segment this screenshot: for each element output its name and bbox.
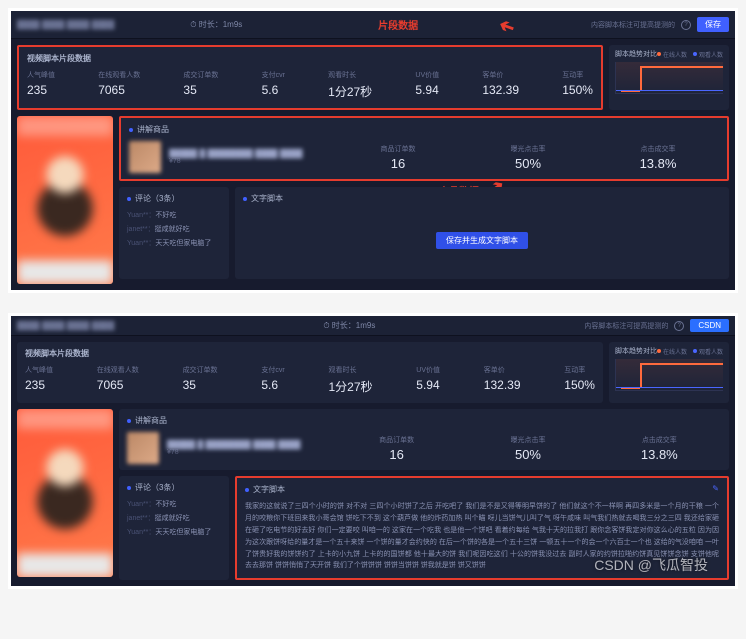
info-icon[interactable]: ? [674,321,684,331]
legend-online: 在线人数 [657,347,687,356]
product-metric-ctr: 曝光点击率50% [467,144,589,171]
script-title: 文字脚本 [243,193,721,204]
metric-orders: 成交订单数35 [183,70,218,100]
save-button[interactable]: CSDN [690,319,729,332]
comment-item: janet**：挺咸就好吃 [127,513,221,523]
duration: ⏱ 时长：1m9s [190,19,242,30]
legend-online: 在线人数 [657,50,687,59]
product-name: █████ █ ████████ ████ ████ [169,149,329,158]
metric-cvr: 支付cvr5.6 [262,70,285,100]
metric-uv: UV价值5.94 [416,365,440,395]
product-price: ¥78 [167,449,327,456]
metric-engage: 互动率150% [564,365,595,395]
segment-metrics-card: 视频脚本片段数据 人气峰值235 在线观看人数7065 成交订单数35 支付cv… [17,342,603,403]
metric-aov: 客单价132.39 [484,365,521,395]
comment-item: Yuan**：不好吃 [127,499,221,509]
legend-watch: 观看人数 [693,50,723,59]
duration: ⏱ 时长：1m9s [323,320,375,331]
metric-viewers: 在线观看人数7065 [97,365,139,395]
product-card: 讲解商品 █████ █ ████████ ████ ████ ¥78 商品订单… [119,409,729,470]
edit-icon[interactable]: ✎ [712,484,719,493]
annotation-segment: 片段数据 [378,17,418,32]
product-section-label: 讲解商品 [129,124,719,135]
chart-title: 脚本趋势对比 [615,49,657,59]
metric-watch: 观看时长1分27秒 [328,70,372,100]
header-tip: 内容脚本标注可提高提测的 [584,321,668,331]
product-name: █████ █ ████████ ████ ████ [167,440,327,449]
trend-chart-card: 脚本趋势对比 在线人数 观看人数 [609,45,729,110]
comment-item: janet**：挺咸就好吃 [127,224,221,234]
metric-cvr: 支付cvr5.6 [261,365,284,395]
segment-metrics-card: 视频脚本片段数据 人气峰值235 在线观看人数7065 成交订单数35 支付cv… [17,45,603,110]
legend-watch: 观看人数 [693,347,723,356]
chart-title: 脚本趋势对比 [615,346,657,356]
product-card: 讲解商品 █████ █ ████████ ████ ████ ¥78 商品订单… [119,116,729,181]
metric-aov: 客单价132.39 [482,70,519,100]
metric-peak: 人气峰值235 [25,365,53,395]
topbar: ████ ████ ████ ████ ⏱ 时长：1m9s 片段数据 ➔ 内容脚… [11,11,735,39]
save-button[interactable]: 保存 [697,17,729,32]
trend-chart [615,359,723,391]
product-metric-orders: 商品订单数16 [335,435,458,462]
metric-uv: UV价值5.94 [415,70,439,100]
trend-chart-card: 脚本趋势对比 在线人数 观看人数 [609,342,729,403]
product-image[interactable] [127,432,159,464]
topbar: ████ ████ ████ ████ ⏱ 时长：1m9s 内容脚本标注可提高提… [11,316,735,336]
product-price: ¥78 [169,158,329,165]
comment-item: Yuan**：天天吃但家电脑了 [127,527,221,537]
metric-viewers: 在线观看人数7065 [98,70,140,100]
trend-chart [615,62,723,94]
video-thumbnail[interactable] [17,116,113,284]
info-icon[interactable]: ? [681,20,691,30]
comments-card: 评论（3条） Yuan**：不好吃 janet**：挺咸就好吃 Yuan**：天… [119,187,229,279]
metric-peak: 人气峰值235 [27,70,55,100]
product-metric-cvr: 点击成交率13.8% [597,144,719,171]
metric-engage: 互动率150% [562,70,593,100]
watermark: CSDN @飞瓜智投 [594,555,708,575]
generate-script-button[interactable]: 保存并生成文字脚本 [436,232,528,249]
breadcrumb: ████ ████ ████ ████ [17,20,114,29]
header-tip: 内容脚本标注可提高提测的 [591,20,675,30]
metrics-title: 视频脚本片段数据 [25,348,595,359]
product-metric-ctr: 曝光点击率50% [466,435,589,462]
comments-card: 评论（3条） Yuan**：不好吃 janet**：挺咸就好吃 Yuan**：天… [119,476,229,580]
comments-title: 评论（3条） [127,193,221,204]
comment-item: Yuan**：不好吃 [127,210,221,220]
metric-orders: 成交订单数35 [183,365,218,395]
product-metric-orders: 商品订单数16 [337,144,459,171]
script-title: 文字脚本 [245,484,719,495]
breadcrumb: ████ ████ ████ ████ [17,321,114,330]
product-section-label: 讲解商品 [127,415,721,426]
comments-title: 评论（3条） [127,482,221,493]
metrics-title: 视频脚本片段数据 [27,53,593,64]
product-image[interactable] [129,141,161,173]
script-card: 文字脚本 保存并生成文字脚本 [235,187,729,279]
metric-watch: 观看时长1分27秒 [328,365,372,395]
product-metric-cvr: 点击成交率13.8% [598,435,721,462]
comment-item: Yuan**：天天吃但家电脑了 [127,238,221,248]
video-thumbnail[interactable] [17,409,113,577]
